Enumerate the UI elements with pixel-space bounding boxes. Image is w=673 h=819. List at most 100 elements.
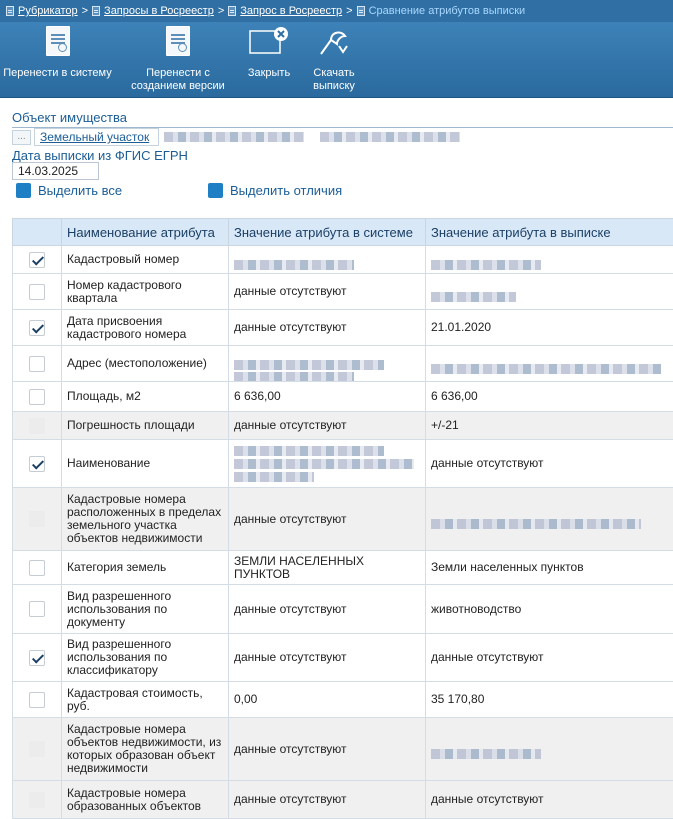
cell-system-text: данные отсутствуют [234,418,347,432]
cell-name: Кадастровая стоимость, руб. [62,682,229,718]
cell-name-text: Адрес (местоположение) [67,356,207,370]
document-icon [92,6,100,16]
extract-date-label: Дата выписки из ФГИС ЕГРН [12,148,188,163]
row-checkbox[interactable] [29,389,45,405]
row-checkbox-cell [13,310,62,346]
row-checkbox[interactable] [29,601,45,617]
cell-system-text: 6 636,00 [234,389,281,403]
row-checkbox[interactable] [29,252,45,268]
cell-system: данные отсутствуют [229,310,426,346]
cell-system-text: данные отсутствуют [234,512,347,526]
cell-system: ЗЕМЛИ НАСЕЛЕННЫХ ПУНКТОВ [229,551,426,585]
redacted-text [320,132,460,142]
object-label: Объект имущества [12,110,127,125]
cell-extract-text: данные отсутствуют [431,456,544,470]
row-checkbox[interactable] [29,650,45,666]
table-row: Площадь, м2 6 636,00 6 636,00 [13,382,673,412]
cell-extract [426,488,673,551]
cell-name: Кадастровый номер [62,246,229,274]
redacted-text [431,292,516,302]
redacted-text [234,446,384,456]
row-checkbox[interactable] [29,692,45,708]
cell-system: данные отсутствуют [229,488,426,551]
table-row: Адрес (местоположение) [13,346,673,382]
close-button[interactable]: Закрыть [242,22,296,98]
attributes-table: Наименование атрибута Значение атрибута … [12,218,673,819]
cell-extract-text: +/-21 [431,418,459,432]
row-checkbox-cell [13,440,62,488]
cell-extract: 35 170,80 [426,682,673,718]
select-differences-label: Выделить отличия [230,183,342,198]
redacted-text [234,260,354,270]
select-differences-button[interactable]: Выделить отличия [208,183,342,198]
cell-name-text: Вид разрешенного использования по докуме… [67,589,171,629]
transfer-to-system-button[interactable]: Перенести в систему [0,22,115,98]
breadcrumb-link-request[interactable]: Запрос в Росреестр [240,5,342,17]
row-checkbox[interactable] [29,284,45,300]
redacted-text [431,260,541,270]
cell-extract: 6 636,00 [426,382,673,412]
cell-system-text: данные отсутствуют [234,602,347,616]
cell-system-text: данные отсутствуют [234,284,347,298]
breadcrumb-link-requests[interactable]: Запросы в Росреестр [104,5,214,17]
row-checkbox[interactable] [29,356,45,372]
row-checkbox-cell [13,346,62,382]
cell-system: данные отсутствуют [229,274,426,310]
row-checkbox[interactable] [29,456,45,472]
cell-name-text: Номер кадастрового квартала [67,278,182,305]
cell-name: Кадастровые номера расположенных в преде… [62,488,229,551]
row-checkbox-cell [13,718,62,781]
close-icon [248,26,290,56]
cell-name-text: Кадастровые номера расположенных в преде… [67,492,221,545]
transfer-with-version-button[interactable]: Перенести с созданием версии [126,22,230,98]
cell-extract: 21.01.2020 [426,310,673,346]
cell-name: Площадь, м2 [62,382,229,412]
row-checkbox-cell [13,246,62,274]
table-row: Вид разрешенного использования по класси… [13,634,673,682]
table-row: Погрешность площадиданные отсутствуют+/-… [13,412,673,440]
select-all-icon [16,183,31,198]
row-checkbox[interactable] [29,560,45,576]
header-extract-value: Значение атрибута в выписке [426,219,673,246]
cell-name: Номер кадастрового квартала [62,274,229,310]
cell-name: Дата присвоения кадастрового номера [62,310,229,346]
document-icon [6,6,14,16]
cell-extract-text: 35 170,80 [431,692,484,706]
close-label: Закрыть [242,67,296,80]
cell-extract [426,246,673,274]
download-extract-button[interactable]: Скачать выписку [304,22,364,98]
redacted-text [234,472,314,482]
select-all-button[interactable]: Выделить все [16,183,122,198]
row-checkbox-cell [13,585,62,634]
row-checkbox [29,418,45,434]
table-row: Наименование данные отсутствуют [13,440,673,488]
cell-extract [426,718,673,781]
breadcrumb-separator: > [82,5,88,17]
document-version-icon [166,26,190,56]
cell-system [229,346,426,382]
table-row: Вид разрешенного использования по докуме… [13,585,673,634]
cell-extract: +/-21 [426,412,673,440]
cell-name-text: Категория земель [67,560,166,574]
object-link[interactable]: Земельный участок [34,128,159,146]
cell-extract-text: 21.01.2020 [431,320,491,334]
cell-system-text: ЗЕМЛИ НАСЕЛЕННЫХ ПУНКТОВ [234,554,364,581]
breadcrumb-link-rubricator[interactable]: Рубрикатор [18,5,78,17]
row-checkbox-cell [13,382,62,412]
breadcrumb: Рубрикатор > Запросы в Росреестр > Запро… [0,0,673,22]
cell-extract [426,274,673,310]
cell-extract: животноводство [426,585,673,634]
row-checkbox-cell [13,274,62,310]
cell-name-text: Наименование [67,456,150,470]
extract-date-field[interactable]: 14.03.2025 [12,162,99,180]
row-checkbox-cell [13,412,62,440]
cell-system-text: данные отсутствуют [234,320,347,334]
cell-extract: данные отсутствуют [426,781,673,819]
row-checkbox[interactable] [29,320,45,336]
document-icon [228,6,236,16]
cell-name-text: Площадь, м2 [67,389,141,403]
cell-system: 6 636,00 [229,382,426,412]
object-select-button[interactable]: ... [12,130,31,145]
cell-name: Адрес (местоположение) [62,346,229,382]
cell-system-text: данные отсутствуют [234,742,347,756]
